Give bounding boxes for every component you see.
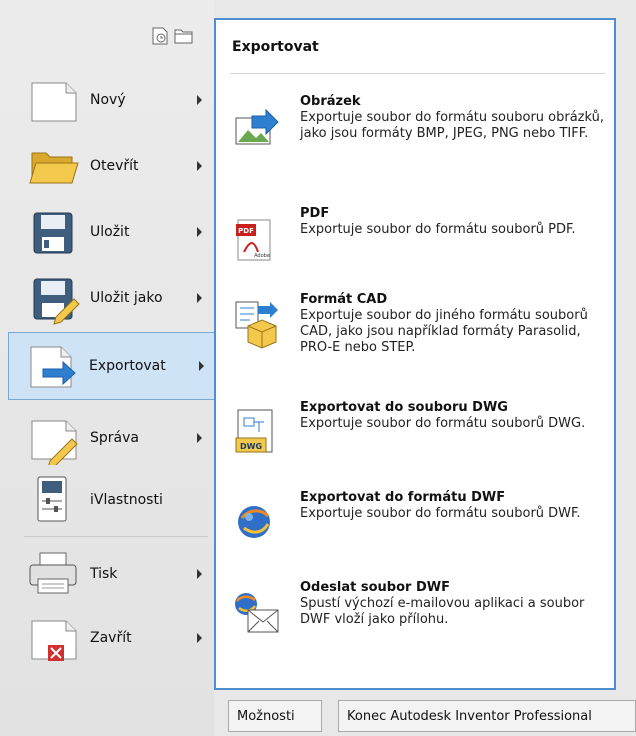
save-icon: [26, 205, 82, 259]
export-option-title: Odeslat soubor DWF: [300, 580, 450, 595]
panel-title: Exportovat: [232, 39, 319, 55]
manage-icon: [26, 411, 82, 469]
export-option-dwg[interactable]: DWG Exportovat do souboru DWG Exportuje …: [230, 400, 610, 492]
export-option-description: Exportuje soubor do formátu souborů PDF.: [300, 222, 576, 237]
export-option-description: Exportuje soubor do formátu souboru obrá…: [300, 110, 604, 141]
export-option-description: Exportuje soubor do formátu souborů DWF.: [300, 506, 581, 521]
exit-application-button[interactable]: Konec Autodesk Inventor Professional: [338, 700, 636, 732]
menu-item-manage[interactable]: Správa: [14, 404, 212, 472]
export-option-description: Exportuje soubor do formátu souborů DWG.: [300, 416, 586, 431]
export-option-cad[interactable]: Formát CAD Exportuje soubor do jiného fo…: [230, 292, 610, 384]
close-document-icon: [26, 611, 82, 665]
submenu-arrow-icon: [199, 361, 204, 371]
export-option-send-dwf[interactable]: Odeslat soubor DWF Spustí výchozí e-mail…: [230, 580, 610, 672]
menu-item-label: iVlastnosti: [90, 492, 163, 508]
submenu-arrow-icon: [197, 293, 202, 303]
pdf-badge-text: PDF: [238, 227, 254, 235]
menu-item-iproperties[interactable]: iVlastnosti: [14, 466, 212, 534]
submenu-arrow-icon: [197, 227, 202, 237]
export-submenu-panel: Exportovat Obrázek Exportuje soubor do f…: [214, 18, 616, 690]
panel-divider: [230, 73, 606, 74]
new-document-icon: [26, 73, 82, 127]
export-option-title: Exportovat do formátu DWF: [300, 490, 506, 505]
options-button[interactable]: Možnosti: [228, 700, 322, 732]
menu-item-label: Uložit: [90, 224, 130, 240]
open-folder-icon: [26, 139, 82, 193]
menu-item-close[interactable]: Zavřít: [14, 604, 212, 672]
export-option-title: Exportovat do souboru DWG: [300, 400, 508, 415]
menu-item-label: Uložit jako: [90, 290, 163, 306]
dwg-icon: DWG: [230, 406, 286, 466]
menu-item-label: Otevřít: [90, 158, 139, 174]
recent-documents-icon[interactable]: [149, 26, 171, 46]
export-option-image[interactable]: Obrázek Exportuje soubor do formátu soub…: [230, 94, 610, 186]
open-documents-icon[interactable]: [173, 26, 195, 46]
menu-item-label: Zavřít: [90, 630, 132, 646]
save-as-icon: [26, 271, 82, 325]
submenu-arrow-icon: [197, 633, 202, 643]
menu-item-new[interactable]: Nový: [14, 66, 212, 134]
submenu-arrow-icon: [197, 161, 202, 171]
application-menu: Nový Otevřít Uložit Uložit jako Exportov…: [0, 0, 215, 736]
export-option-pdf[interactable]: PDF Adobe PDF Exportuje soubor do formát…: [230, 206, 610, 298]
export-option-title: PDF: [300, 206, 330, 221]
export-option-title: Obrázek: [300, 94, 361, 109]
export-option-description: Exportuje soubor do jiného formátu soubo…: [300, 308, 588, 355]
dwg-badge-text: DWG: [240, 442, 262, 451]
pdf-subtext: Adobe: [254, 253, 270, 259]
export-option-title: Formát CAD: [300, 292, 388, 307]
export-icon: [25, 339, 81, 393]
send-dwf-icon: [230, 586, 286, 646]
image-export-icon: [230, 100, 286, 160]
menu-item-label: Nový: [90, 92, 126, 108]
export-option-description: Spustí výchozí e-mailovou aplikaci a sou…: [300, 596, 585, 627]
menu-item-export[interactable]: Exportovat: [8, 332, 215, 400]
menu-item-print[interactable]: Tisk: [14, 540, 212, 608]
top-icons: [149, 26, 195, 46]
cad-format-icon: [230, 298, 286, 358]
menu-item-label: Správa: [90, 430, 139, 446]
menu-item-save[interactable]: Uložit: [14, 198, 212, 266]
export-option-dwf[interactable]: Exportovat do formátu DWF Exportuje soub…: [230, 490, 610, 582]
print-icon: [26, 547, 82, 601]
submenu-arrow-icon: [197, 95, 202, 105]
submenu-arrow-icon: [197, 433, 202, 443]
menu-divider: [24, 536, 208, 537]
menu-item-save-as[interactable]: Uložit jako: [14, 264, 212, 332]
submenu-arrow-icon: [197, 569, 202, 579]
menu-item-label: Tisk: [90, 566, 118, 582]
menu-item-open[interactable]: Otevřít: [14, 132, 212, 200]
menu-item-label: Exportovat: [89, 358, 166, 374]
pdf-icon: PDF Adobe: [230, 212, 286, 272]
iproperties-icon: [26, 473, 82, 527]
dwf-globe-icon: [230, 496, 286, 556]
